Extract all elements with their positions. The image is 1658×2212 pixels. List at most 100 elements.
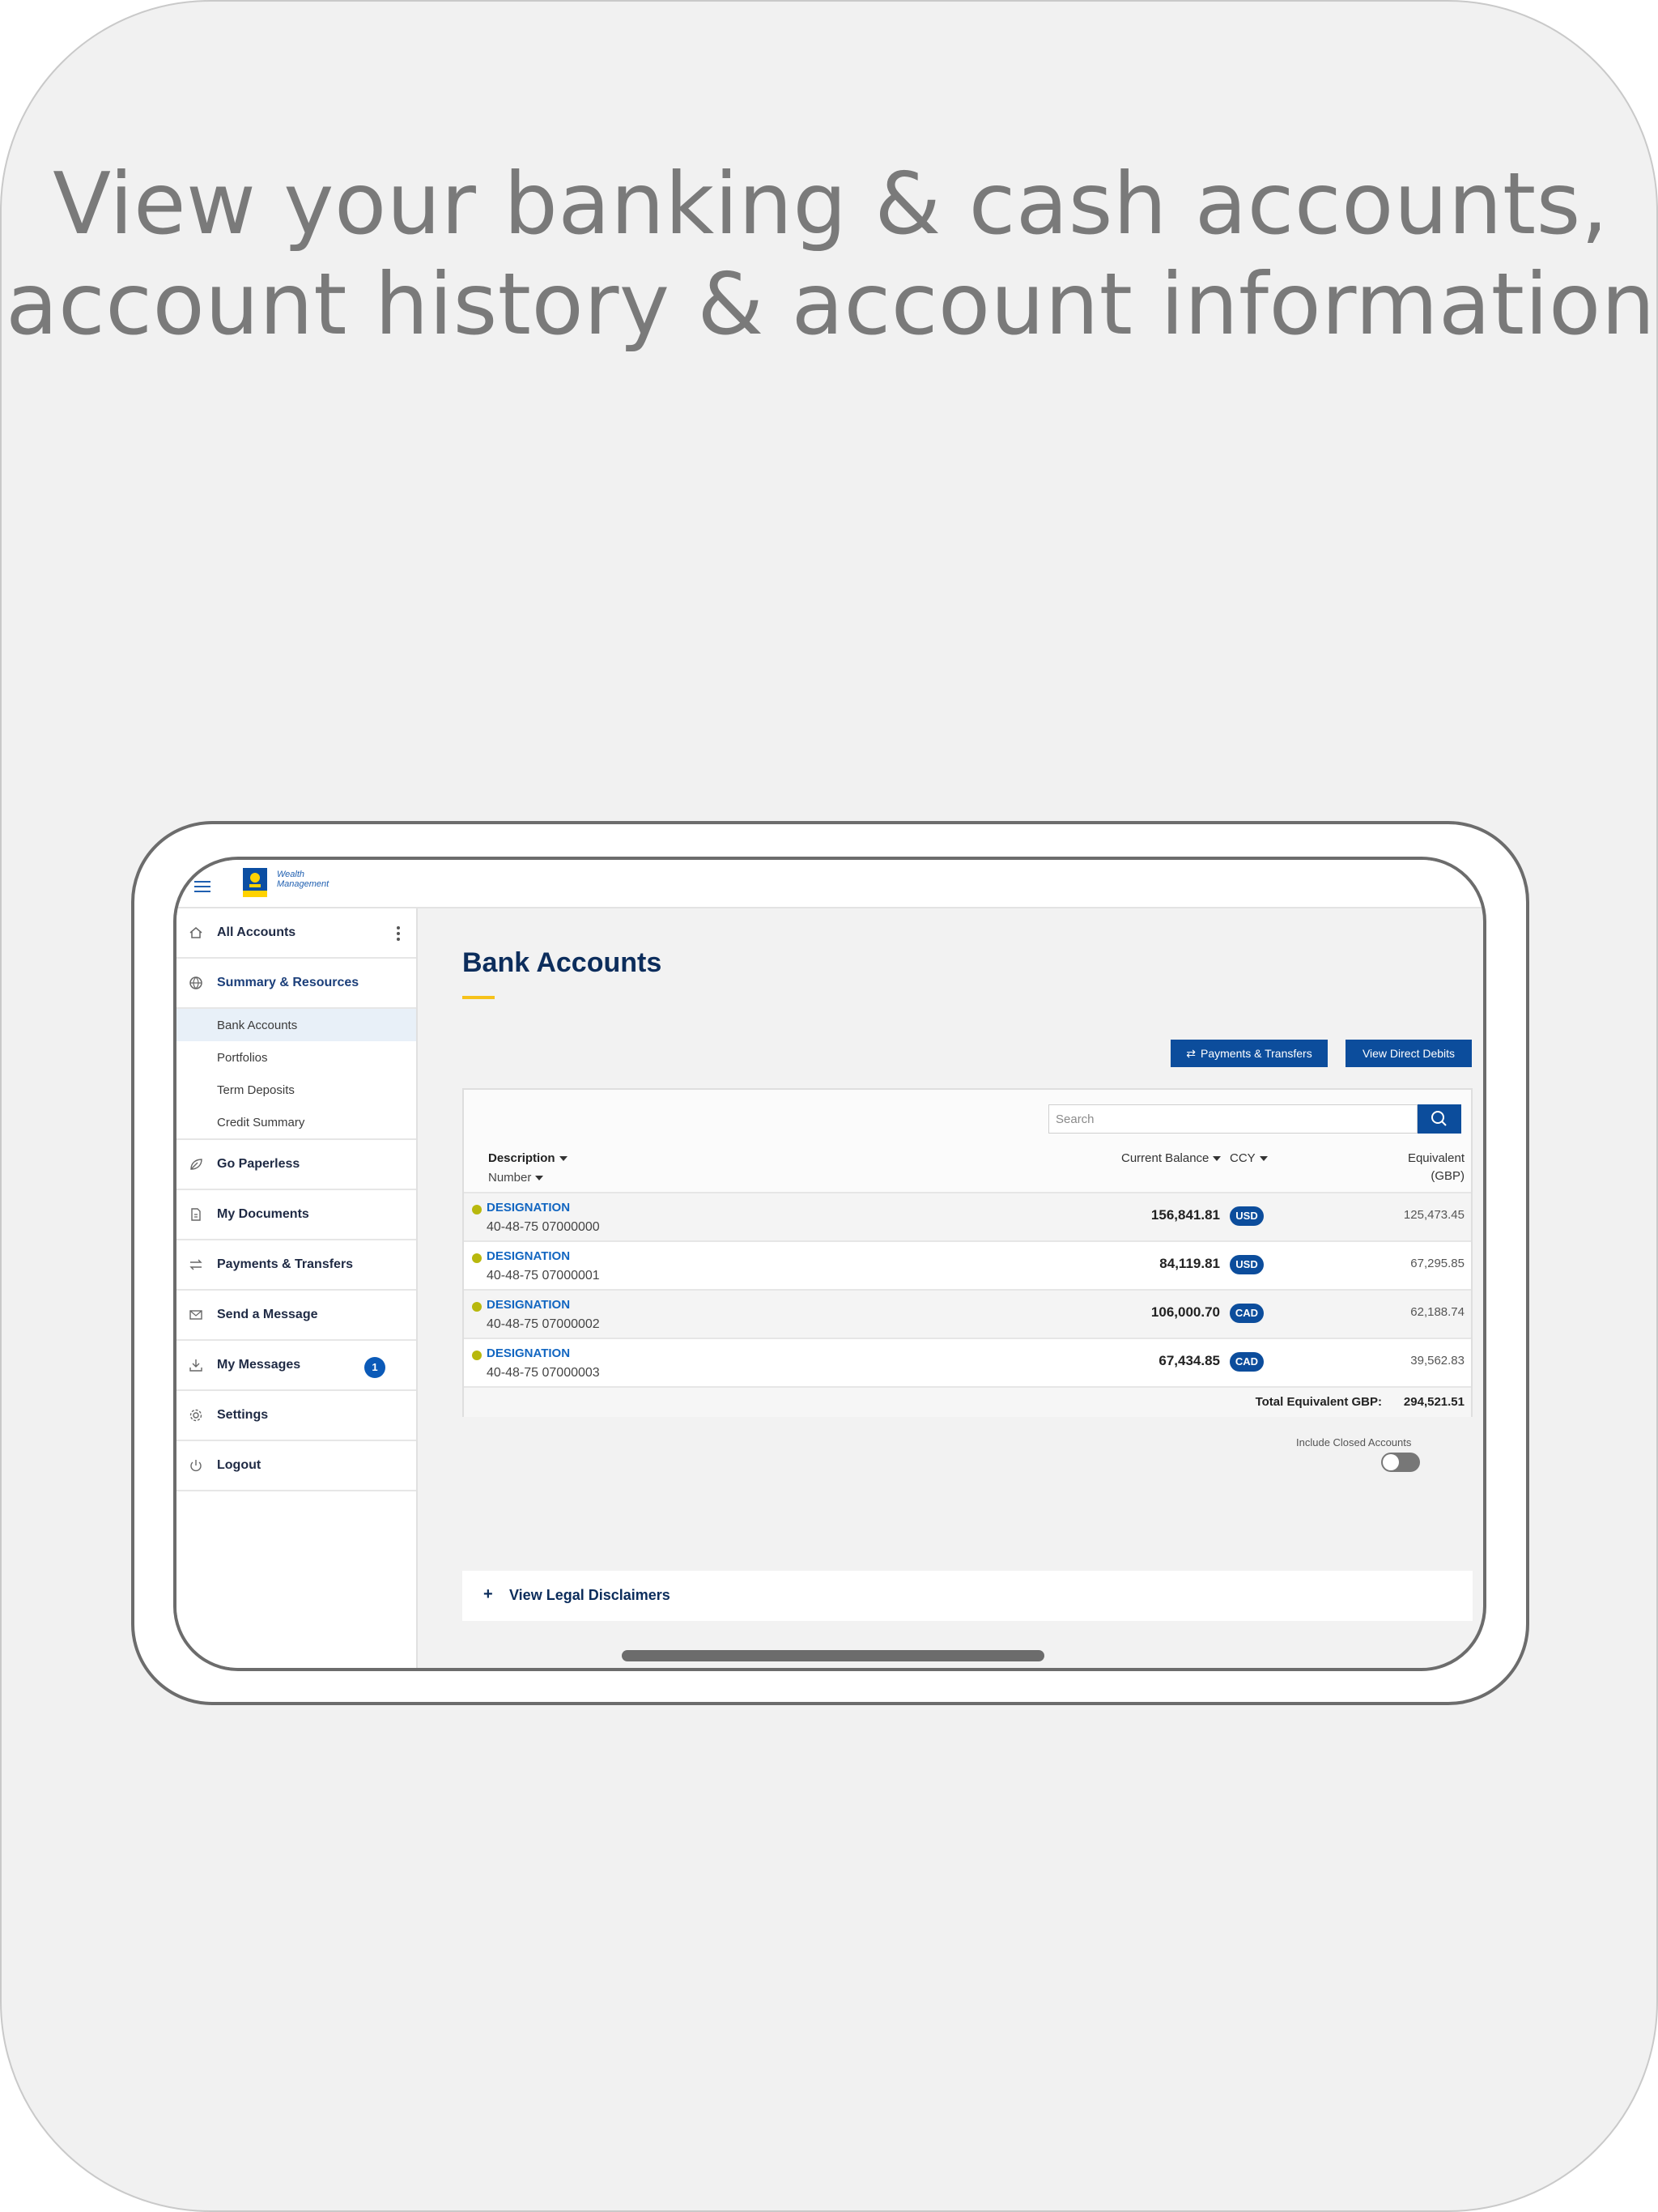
power-icon xyxy=(190,1460,202,1472)
logo-text-management: Management xyxy=(277,879,329,889)
currency-badge: USD xyxy=(1230,1206,1264,1226)
col-equiv-label-2: (GBP) xyxy=(1431,1169,1465,1183)
inbox-download-icon xyxy=(189,1359,202,1372)
sidebar-sub-term-deposits[interactable]: Term Deposits xyxy=(176,1074,416,1106)
sidebar-item-go-paperless[interactable]: Go Paperless xyxy=(176,1140,416,1190)
table-row[interactable]: DESIGNATION 40-48-75 07000003 67,434.85 … xyxy=(464,1338,1471,1386)
sidebar-label: Payments & Transfers xyxy=(217,1257,354,1271)
sidebar-item-my-documents[interactable]: My Documents xyxy=(176,1190,416,1240)
plus-icon: + xyxy=(483,1585,493,1603)
sidebar: All Accounts Summary & Resources Bank Ac… xyxy=(176,908,418,1668)
account-designation-link[interactable]: DESIGNATION xyxy=(487,1346,570,1360)
promo-card: View your banking & cash accounts, accou… xyxy=(0,0,1658,2212)
sidebar-item-send-message[interactable]: Send a Message xyxy=(176,1291,416,1341)
sidebar-item-my-messages[interactable]: My Messages 1 xyxy=(176,1341,416,1391)
currency-badge: USD xyxy=(1230,1255,1264,1274)
equivalent-gbp: 67,295.85 xyxy=(1410,1257,1465,1270)
col-number-label: Number xyxy=(488,1171,532,1185)
rbc-logo xyxy=(243,868,267,897)
currency-badge: CAD xyxy=(1230,1304,1264,1323)
sidebar-label: Summary & Resources xyxy=(217,976,359,989)
sidebar-item-summary[interactable]: Summary & Resources xyxy=(176,959,416,1009)
sidebar-label: My Documents xyxy=(217,1207,309,1221)
status-dot xyxy=(472,1205,482,1214)
equivalent-gbp: 125,473.45 xyxy=(1403,1208,1465,1222)
headline-line-2: account history & account information xyxy=(6,255,1656,354)
legal-disclaimers-expander[interactable]: + View Legal Disclaimers xyxy=(462,1571,1473,1621)
account-number: 40-48-75 07000001 xyxy=(487,1269,600,1283)
envelope-icon xyxy=(189,1310,202,1320)
current-balance: 156,841.81 xyxy=(1150,1207,1220,1223)
current-balance: 106,000.70 xyxy=(1150,1304,1220,1320)
account-designation-link[interactable]: DESIGNATION xyxy=(487,1249,570,1263)
payments-transfers-label: Payments & Transfers xyxy=(1201,1047,1312,1060)
account-designation-link[interactable]: DESIGNATION xyxy=(487,1298,570,1312)
current-balance: 67,434.85 xyxy=(1158,1353,1220,1368)
sidebar-sub-bank-accounts[interactable]: Bank Accounts xyxy=(176,1009,416,1041)
status-dot xyxy=(472,1302,482,1312)
search-input[interactable] xyxy=(1048,1104,1418,1134)
accounts-table: Description Number Current Balance CCY E… xyxy=(462,1088,1473,1417)
search-button[interactable] xyxy=(1418,1104,1461,1134)
col-equiv-label-1: Equivalent xyxy=(1407,1151,1465,1165)
transfer-icon: ⇄ xyxy=(1186,1046,1196,1060)
table-row[interactable]: DESIGNATION 40-48-75 07000000 156,841.81… xyxy=(464,1192,1471,1240)
home-icon xyxy=(189,927,202,938)
table-row[interactable]: DESIGNATION 40-48-75 07000002 106,000.70… xyxy=(464,1289,1471,1338)
sort-number[interactable]: Number xyxy=(488,1171,544,1185)
logo-wordmark: Wealth Management xyxy=(277,870,329,889)
sort-ccy[interactable]: CCY xyxy=(1230,1151,1268,1165)
current-balance: 84,119.81 xyxy=(1159,1256,1220,1271)
sort-current-balance[interactable]: Current Balance xyxy=(1121,1151,1222,1165)
unread-count-badge: 1 xyxy=(364,1357,385,1378)
total-row: Total Equivalent GBP: 294,521.51 xyxy=(464,1386,1471,1417)
sidebar-label: Logout xyxy=(217,1458,261,1472)
title-underline xyxy=(462,996,495,999)
sort-caret-icon xyxy=(1213,1156,1222,1162)
sidebar-label: Go Paperless xyxy=(217,1157,300,1171)
col-equivalent-header: Equivalent (GBP) xyxy=(1408,1150,1465,1185)
menu-icon[interactable] xyxy=(194,881,210,892)
sidebar-label: Send a Message xyxy=(217,1308,318,1321)
search-icon xyxy=(1431,1111,1447,1126)
equivalent-gbp: 62,188.74 xyxy=(1410,1305,1465,1319)
account-designation-link[interactable]: DESIGNATION xyxy=(487,1201,570,1214)
total-value: 294,521.51 xyxy=(1403,1395,1465,1409)
page-title: Bank Accounts xyxy=(462,947,662,978)
main-content: Bank Accounts ⇄ Payments & Transfers Vie… xyxy=(418,908,1483,1668)
sidebar-item-settings[interactable]: Settings xyxy=(176,1391,416,1441)
sidebar-sub-portfolios[interactable]: Portfolios xyxy=(176,1041,416,1074)
sidebar-item-payments[interactable]: Payments & Transfers xyxy=(176,1240,416,1291)
status-dot xyxy=(472,1351,482,1360)
sort-caret-icon xyxy=(559,1156,568,1162)
col-balance-label: Current Balance xyxy=(1121,1151,1209,1165)
sort-caret-icon xyxy=(535,1176,544,1181)
home-indicator[interactable] xyxy=(622,1650,1044,1661)
sidebar-sub-credit-summary[interactable]: Credit Summary xyxy=(176,1106,416,1138)
sidebar-label: Settings xyxy=(217,1408,269,1422)
sort-description[interactable]: Description xyxy=(488,1151,568,1165)
sidebar-label: All Accounts xyxy=(217,925,296,939)
include-closed-label: Include Closed Accounts xyxy=(1296,1436,1412,1448)
table-row[interactable]: DESIGNATION 40-48-75 07000001 84,119.81 … xyxy=(464,1240,1471,1289)
gear-icon xyxy=(189,1409,202,1422)
globe-icon xyxy=(189,976,202,989)
equivalent-gbp: 39,562.83 xyxy=(1410,1354,1465,1368)
toggle-knob xyxy=(1383,1454,1399,1470)
view-direct-debits-button[interactable]: View Direct Debits xyxy=(1346,1040,1472,1067)
account-number: 40-48-75 07000003 xyxy=(487,1366,600,1380)
sidebar-label: My Messages xyxy=(217,1358,301,1372)
account-number: 40-48-75 07000000 xyxy=(487,1220,600,1234)
legal-disclaimers-label: View Legal Disclaimers xyxy=(509,1587,670,1603)
tablet-screen: Wealth Management All Accounts Summary &… xyxy=(173,857,1486,1671)
headline-line-1: View your banking & cash accounts, xyxy=(53,155,1609,253)
col-description-label: Description xyxy=(488,1151,555,1165)
payments-transfers-button[interactable]: ⇄ Payments & Transfers xyxy=(1171,1040,1328,1067)
promo-headline: View your banking & cash accounts, accou… xyxy=(2,154,1658,355)
sidebar-item-all-accounts[interactable]: All Accounts xyxy=(176,908,416,959)
sidebar-item-logout[interactable]: Logout xyxy=(176,1441,416,1491)
more-options-icon[interactable] xyxy=(397,926,400,941)
logo-text-wealth: Wealth xyxy=(277,870,305,879)
include-closed-toggle[interactable] xyxy=(1381,1453,1420,1472)
sort-caret-icon xyxy=(1259,1156,1268,1162)
